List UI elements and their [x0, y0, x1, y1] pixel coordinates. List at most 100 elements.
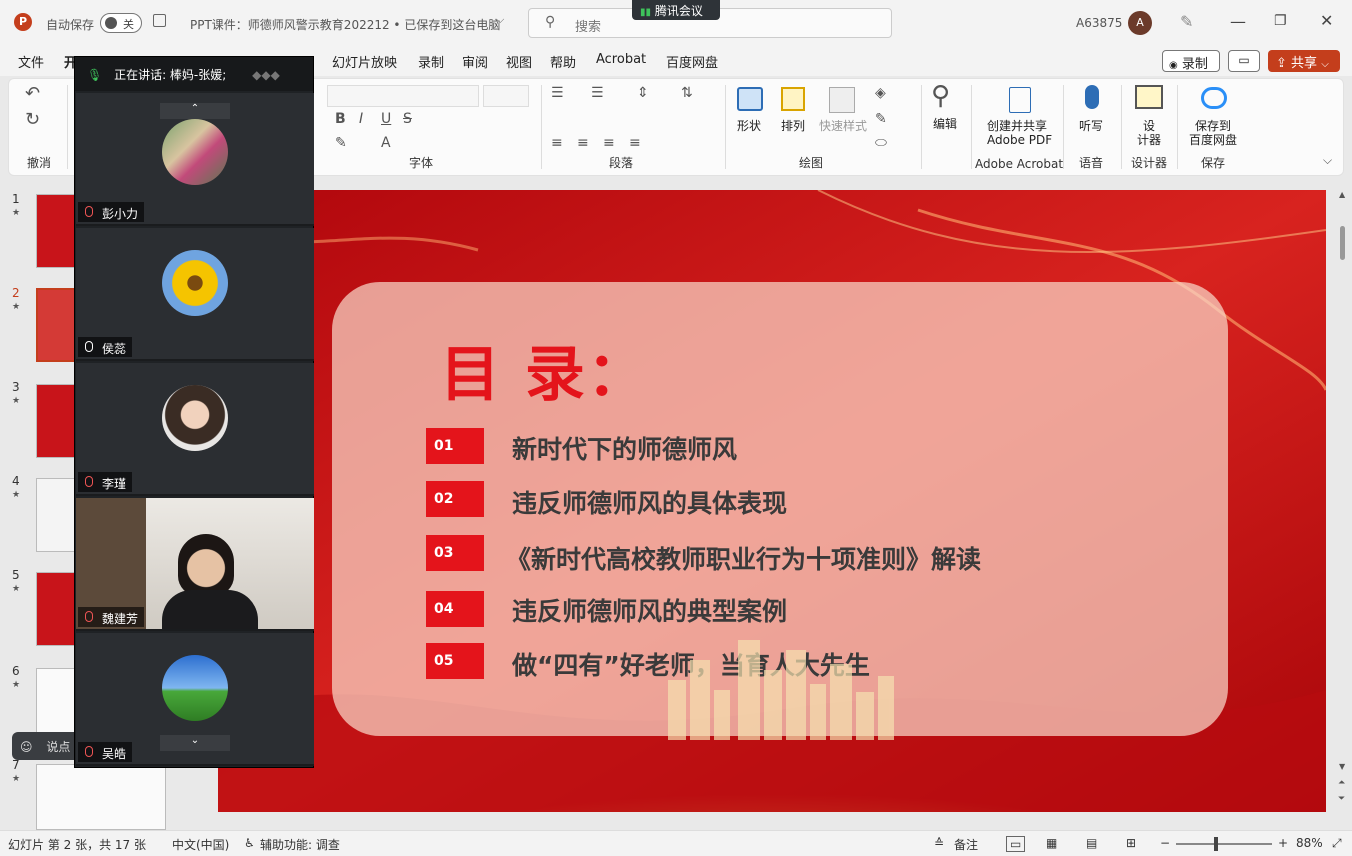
- pdf-share-icon[interactable]: [1009, 87, 1031, 113]
- quick-style-button-label[interactable]: 快速样式: [819, 119, 867, 133]
- close-icon[interactable]: ✕: [1320, 11, 1333, 30]
- bullets-icon[interactable]: ☰: [551, 85, 564, 101]
- notes-button[interactable]: 备注: [954, 836, 978, 853]
- shape-icon[interactable]: [737, 87, 763, 111]
- shape-button-label[interactable]: 形状: [737, 119, 761, 133]
- participant-tile[interactable]: 侯蕊: [76, 228, 314, 361]
- toc-item[interactable]: 《新时代高校教师职业行为十项准则》解读: [506, 540, 981, 576]
- redo-icon[interactable]: ↻: [25, 109, 40, 130]
- reading-view-icon[interactable]: ▤: [1086, 836, 1097, 850]
- fit-to-window-icon[interactable]: ⤢: [1332, 836, 1342, 851]
- dictate-button-label[interactable]: 听写: [1079, 119, 1103, 133]
- slide-title[interactable]: 目 录：: [440, 326, 649, 413]
- slideshow-icon[interactable]: ⊞: [1126, 836, 1136, 850]
- participant-video-tile[interactable]: 魏建芳: [76, 498, 314, 631]
- designer-icon[interactable]: [1135, 85, 1163, 109]
- bold-icon[interactable]: B: [335, 111, 346, 127]
- autosave-toggle[interactable]: 关: [100, 13, 142, 33]
- vertical-scrollbar[interactable]: ▲ ▼ ⏶ ⏷: [1336, 190, 1350, 812]
- designer-label-line2[interactable]: 计器: [1137, 133, 1161, 147]
- underline-icon[interactable]: U: [381, 111, 391, 127]
- strikethrough-icon[interactable]: S: [403, 111, 412, 127]
- effects-icon[interactable]: ⬭: [875, 135, 887, 151]
- align-right-icon[interactable]: ≡: [603, 135, 615, 151]
- fill-icon[interactable]: ◈: [875, 85, 886, 101]
- align-left-icon[interactable]: ≡: [551, 135, 563, 151]
- mic-muted-icon: [85, 611, 93, 622]
- participant-tile[interactable]: 李瑾: [76, 363, 314, 496]
- font-size-select[interactable]: [483, 85, 529, 107]
- meeting-indicator[interactable]: ▮▮ 腾讯会议: [632, 0, 720, 20]
- align-center-icon[interactable]: ≡: [577, 135, 589, 151]
- zoom-slider[interactable]: [1176, 837, 1272, 851]
- search-icon[interactable]: ⚲: [931, 81, 950, 111]
- slide-thumbnail-7[interactable]: [36, 764, 166, 830]
- scroll-thumb[interactable]: [1340, 226, 1345, 260]
- scroll-down-button[interactable]: ⌄: [160, 735, 230, 751]
- toc-item[interactable]: 违反师德师风的具体表现: [512, 484, 787, 520]
- menu-help[interactable]: 帮助: [550, 52, 576, 71]
- numbering-icon[interactable]: ☰: [591, 85, 604, 101]
- accessibility-status[interactable]: 辅助功能: 调查: [260, 836, 340, 853]
- arrange-button-label[interactable]: 排列: [781, 119, 805, 133]
- next-slide-icon[interactable]: ⏷: [1338, 794, 1345, 804]
- save-baidu-label-line1[interactable]: 保存到: [1195, 119, 1231, 133]
- font-color-icon[interactable]: A: [381, 135, 391, 151]
- grid-view-icon[interactable]: ◆◆◆: [252, 68, 280, 82]
- document-title[interactable]: PPT课件：师德师风警示教育202212 • 已保存到这台电脑: [190, 16, 500, 33]
- zoom-slider-thumb[interactable]: [1214, 837, 1218, 851]
- microphone-icon[interactable]: [1085, 85, 1099, 109]
- title-bar: P 自动保存 关 PPT课件：师德师风警示教育202212 • 已保存到这台电脑…: [0, 0, 1352, 46]
- meeting-app-label: 腾讯会议: [654, 4, 703, 18]
- save-baidu-label-line2[interactable]: 百度网盘: [1189, 133, 1237, 147]
- prev-slide-icon[interactable]: ⏶: [1338, 778, 1345, 788]
- zoom-out-icon[interactable]: −: [1160, 836, 1170, 850]
- slide-sorter-icon[interactable]: ▦: [1046, 836, 1057, 850]
- scroll-up-button[interactable]: ⌃: [160, 103, 230, 119]
- create-pdf-label-line1[interactable]: 创建并共享: [987, 119, 1047, 133]
- create-pdf-label-line2[interactable]: Adobe PDF: [987, 133, 1052, 147]
- line-spacing-icon[interactable]: ⇕: [637, 85, 649, 101]
- participant-tile[interactable]: ⌄ 吴皓: [76, 633, 314, 766]
- highlight-icon[interactable]: ✎: [335, 135, 347, 151]
- language-indicator[interactable]: 中文(中国): [172, 836, 229, 853]
- menu-baidu[interactable]: 百度网盘: [666, 52, 718, 71]
- save-icon[interactable]: [153, 14, 166, 27]
- zoom-in-icon[interactable]: +: [1278, 836, 1288, 850]
- font-name-select[interactable]: [327, 85, 479, 107]
- toc-item[interactable]: 新时代下的师德师风: [512, 430, 737, 466]
- avatar[interactable]: A: [1128, 11, 1152, 35]
- designer-label-line1[interactable]: 设: [1143, 119, 1155, 133]
- text-direction-icon[interactable]: ⇅: [681, 85, 693, 101]
- zoom-level[interactable]: 88%: [1296, 836, 1323, 850]
- baidu-cloud-icon[interactable]: [1201, 87, 1227, 109]
- menu-view[interactable]: 视图: [506, 52, 532, 71]
- quick-style-icon[interactable]: [829, 87, 855, 113]
- italic-icon[interactable]: I: [359, 111, 363, 127]
- edit-button-label[interactable]: 编辑: [933, 117, 957, 131]
- participant-name-bar: 魏建芳: [78, 607, 145, 627]
- autosave-label: 自动保存: [46, 18, 95, 32]
- collapse-ribbon-icon[interactable]: ⌵: [1323, 153, 1332, 168]
- menu-review[interactable]: 审阅: [462, 52, 488, 71]
- undo-icon[interactable]: ↶: [25, 83, 40, 104]
- menu-acrobat[interactable]: Acrobat: [596, 52, 646, 67]
- menu-file[interactable]: 文件: [18, 52, 44, 71]
- share-button[interactable]: ⇪ 共享 ⌵: [1268, 50, 1340, 72]
- restore-icon[interactable]: ❐: [1274, 13, 1287, 29]
- menu-record[interactable]: 录制: [418, 52, 444, 71]
- participant-tile[interactable]: ⌃ 彭小力: [76, 93, 314, 226]
- normal-view-icon[interactable]: ▭: [1006, 836, 1026, 852]
- arrange-icon[interactable]: [781, 87, 805, 111]
- comment-icon[interactable]: ▭: [1228, 50, 1260, 72]
- minimize-icon[interactable]: —: [1230, 12, 1246, 31]
- justify-icon[interactable]: ≡: [629, 135, 641, 151]
- record-button[interactable]: ◉ 录制: [1162, 50, 1220, 72]
- menu-slideshow[interactable]: 幻灯片放映: [332, 52, 397, 71]
- scroll-up-icon[interactable]: ▲: [1339, 190, 1345, 199]
- pen-icon[interactable]: ✎: [1180, 12, 1193, 31]
- scroll-down-icon[interactable]: ▼: [1339, 762, 1345, 771]
- outline-icon[interactable]: ✎: [875, 111, 887, 127]
- chat-input-pill[interactable]: ☺ 说点: [12, 732, 82, 760]
- slide-canvas[interactable]: 目 录： 01 新时代下的师德师风 02 违反师德师风的具体表现 03 《新时代…: [218, 190, 1326, 812]
